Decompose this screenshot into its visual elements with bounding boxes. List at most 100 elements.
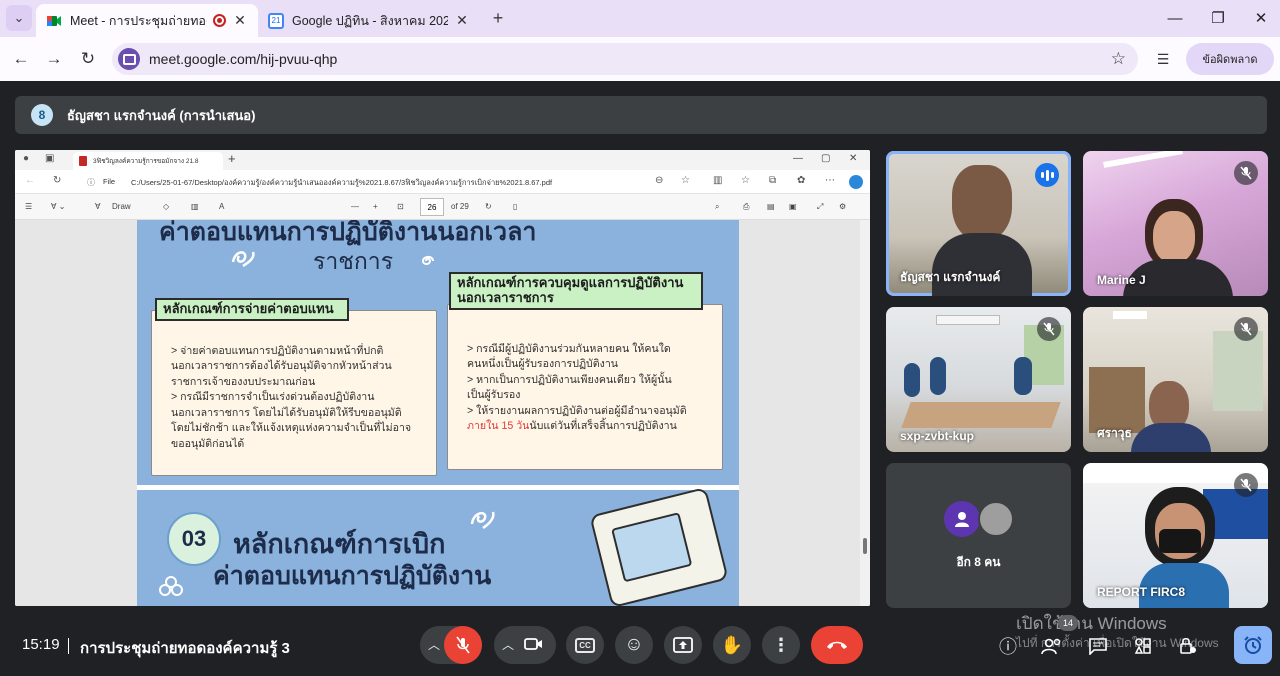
- camera-button[interactable]: [524, 635, 544, 658]
- left-line: ขออนุมัติก่อนได้: [171, 437, 245, 450]
- left-line: นอกเวลาราชการต้องได้รับอนุมัติจากหัวหน้า…: [171, 360, 392, 373]
- right-line: คนหนึ่งเป็นผู้รับรองการปฏิบัติงาน: [467, 358, 619, 371]
- pdf-draw-label: Draw: [112, 202, 131, 211]
- people-icon[interactable]: [1040, 634, 1064, 658]
- muted-mic-icon: [1234, 317, 1258, 341]
- gameboy-screen: [611, 512, 693, 583]
- shared-tab-pdf: 3ฟิชวิญลงค์ความรู้การขอมักจาง 21.8: [73, 152, 223, 170]
- pdf-zoom-out-icon: —: [351, 202, 359, 211]
- pdf-slide: ค่าตอบแทนการปฏิบัติงานนอกเวลา ราชการ หลั…: [137, 220, 739, 606]
- slide-title-line2: ราชการ: [313, 248, 394, 274]
- participant-tile-6[interactable]: REPORT FIRC8: [1083, 463, 1268, 608]
- pdf-read-aloud-icon: A: [219, 202, 225, 211]
- more-vert-icon: ⋮: [772, 634, 790, 655]
- shared-reload-icon: ↻: [53, 175, 62, 186]
- left-line: > กรณีมีราชการจำเป็นเร่งด่วนต้องปฏิบัติง…: [171, 391, 375, 404]
- tab-meet-title: Meet - การประชุมถ่ายทอดองค์: [70, 13, 207, 28]
- shared-file-path: C:/Users/25-01-67/Desktop/องค์ความรู้/อง…: [131, 178, 553, 187]
- left-line: โดยไม่ชักช้า และให้แจ้งเหตุแห่งความจำเป็…: [171, 422, 412, 435]
- video-options-chevron-icon[interactable]: ︿: [502, 636, 514, 653]
- mic-off-button[interactable]: [444, 626, 482, 664]
- air-conditioner: [936, 315, 1000, 325]
- back-icon[interactable]: ←: [8, 46, 34, 72]
- close-tab-icon[interactable]: ✕: [454, 12, 470, 29]
- leave-call-button[interactable]: [811, 626, 863, 664]
- pdf-page-view-icon: ▯: [513, 202, 518, 211]
- pdf-settings-icon: ⚙: [839, 202, 847, 211]
- tab-search-button[interactable]: ⌄: [6, 5, 32, 31]
- activities-icon[interactable]: [1131, 634, 1155, 658]
- shared-close-icon: ✕: [849, 153, 858, 164]
- hand-icon: ✋: [720, 634, 744, 655]
- participant-count-badge: 14: [1058, 615, 1078, 631]
- left-line: > จ่ายค่าตอบแทนการปฏิบัติงานตามหน้าที่ปก…: [171, 345, 384, 357]
- tab-list-icon[interactable]: ☰: [1150, 46, 1176, 72]
- meeting-title: การประชุมถ่ายทอดองค์ความรู้ 3: [68, 636, 290, 660]
- tab-calendar[interactable]: 21 Google ปฏิทิน - สิงหาคม 2024 ✕: [258, 4, 480, 37]
- close-window-icon[interactable]: ✕: [1246, 6, 1276, 30]
- reload-icon[interactable]: ↻: [75, 46, 101, 72]
- mic-off-icon: [456, 636, 470, 654]
- chat-icon[interactable]: [1086, 634, 1110, 658]
- speaking-indicator-icon: [1035, 163, 1059, 187]
- new-tab-icon[interactable]: +: [485, 5, 511, 31]
- participant-tile-2[interactable]: Marine J: [1083, 151, 1268, 296]
- pdf-erase-icon: ◇: [163, 202, 170, 211]
- participant-tile-3[interactable]: sxp-zvbt-kup: [886, 307, 1071, 452]
- shared-favorites-icon: ☆: [741, 175, 750, 186]
- pdf-view-icon: ▥: [191, 202, 199, 211]
- participant-tile-4[interactable]: ศราวุธ: [1083, 307, 1268, 452]
- restore-icon[interactable]: ❐: [1203, 6, 1233, 30]
- muted-mic-icon: [1234, 473, 1258, 497]
- tab-meet[interactable]: Meet - การประชุมถ่ายทอดองค์ ✕: [36, 4, 258, 37]
- muted-mic-icon: [1234, 161, 1258, 185]
- close-tab-icon[interactable]: ✕: [232, 12, 248, 29]
- meeting-info-icon[interactable]: ⓘ: [996, 634, 1020, 658]
- raise-hand-button[interactable]: ✋: [713, 626, 751, 664]
- forward-icon[interactable]: →: [41, 46, 67, 72]
- recording-icon: [213, 14, 226, 27]
- deadline-rest: นับแต่วันที่เสร็จสิ้นการปฏิบัติงาน: [529, 420, 677, 433]
- right-line: > หากเป็นการปฏิบัติงานเพียงคนเดียว ให้ผู…: [467, 373, 672, 386]
- hang-up-icon: [827, 641, 847, 649]
- address-bar[interactable]: meet.google.com/hij-pvuu-qhp ☆: [112, 43, 1138, 75]
- browser-tab-strip: ⌄ Meet - การประชุมถ่ายทอดองค์ ✕ 21 Googl…: [0, 0, 1280, 37]
- shared-star-icon: ☆: [681, 175, 690, 186]
- right-line-deadline: ภายใน 15 วันนับแต่วันที่เสร็จสิ้นการปฏิบ…: [467, 419, 721, 434]
- url-text: meet.google.com/hij-pvuu-qhp: [149, 51, 338, 67]
- gameboy-illustration: [589, 486, 729, 606]
- captions-button[interactable]: CC: [566, 626, 604, 664]
- clock-alarm-button[interactable]: [1234, 626, 1272, 664]
- shared-zoom-icon: ⊖: [655, 175, 664, 186]
- pdf-save-as-icon: ▣: [789, 202, 797, 211]
- right-heading-line: หลักเกณฑ์การควบคุมดูแลการปฏิบัติงาน: [457, 275, 684, 290]
- present-button[interactable]: [664, 626, 702, 664]
- presentation-banner: 8 ธัญสชา แรกจำนงค์ (การนำเสนอ): [15, 96, 1267, 134]
- bookmark-star-icon[interactable]: ☆: [1111, 49, 1126, 69]
- right-line: > กรณีมีผู้ปฏิบัติงานร่วมกันหลายคน ให้คน…: [467, 343, 671, 355]
- emoji-icon: ☺: [624, 634, 644, 655]
- others-tile[interactable]: อีก 8 คน: [886, 463, 1071, 608]
- tab-calendar-title: Google ปฏิทิน - สิงหาคม 2024: [292, 13, 448, 28]
- shared-collections-icon: ⧉: [769, 175, 777, 186]
- pdf-page-total: of 29: [451, 202, 469, 211]
- deadline-highlight: ภายใน 15 วัน: [467, 420, 530, 433]
- pdf-fit-icon: ⊡: [397, 202, 404, 211]
- audio-options-chevron-icon[interactable]: ︿: [428, 636, 440, 653]
- participant-name: REPORT FIRC8: [1097, 585, 1186, 599]
- host-controls-icon[interactable]: [1176, 634, 1200, 658]
- more-options-button[interactable]: ⋮: [762, 626, 800, 664]
- participant-tile-1[interactable]: ธัญสชา แรกจำนงค์: [886, 151, 1071, 296]
- participant-name: Marine J: [1097, 273, 1146, 287]
- slide-page-separator: [137, 485, 739, 490]
- pdf-highlight-icon: ∀ ⌄: [51, 202, 66, 211]
- reactions-button[interactable]: ☺: [615, 626, 653, 664]
- participant-name: ศราวุธ: [1097, 426, 1132, 440]
- pdf-rotate-icon: ↻: [485, 202, 492, 211]
- site-info-icon[interactable]: [118, 48, 140, 70]
- pdf-scroll-thumb: [863, 538, 867, 554]
- profile-error-button[interactable]: ข้อผิดพลาด: [1186, 43, 1274, 75]
- windows-activation-watermark: เปิดใช้งาน Windows: [1016, 614, 1167, 633]
- camera-icon: [524, 638, 542, 650]
- minimize-icon[interactable]: —: [1160, 6, 1190, 30]
